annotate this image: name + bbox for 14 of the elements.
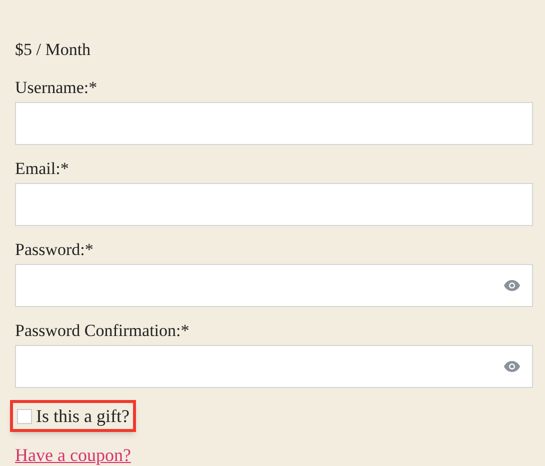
- checkbox-label: Is this a gift?: [36, 405, 130, 427]
- field-label: Password:*: [15, 239, 94, 261]
- input-field[interactable]: [15, 183, 533, 226]
- input-field[interactable]: [15, 264, 533, 307]
- field-label: Email:*: [15, 158, 70, 180]
- field-label: Username:*: [15, 77, 98, 99]
- coupon-link[interactable]: Have a coupon?: [15, 442, 131, 466]
- eye-icon[interactable]: [504, 361, 520, 372]
- gift-checkbox[interactable]: [17, 408, 32, 424]
- eye-icon[interactable]: [504, 280, 520, 291]
- field-label: Password Confirmation:*: [15, 320, 190, 342]
- input-field[interactable]: [15, 345, 533, 388]
- price-text: $5 / Month: [15, 39, 92, 61]
- input-field[interactable]: [15, 102, 533, 145]
